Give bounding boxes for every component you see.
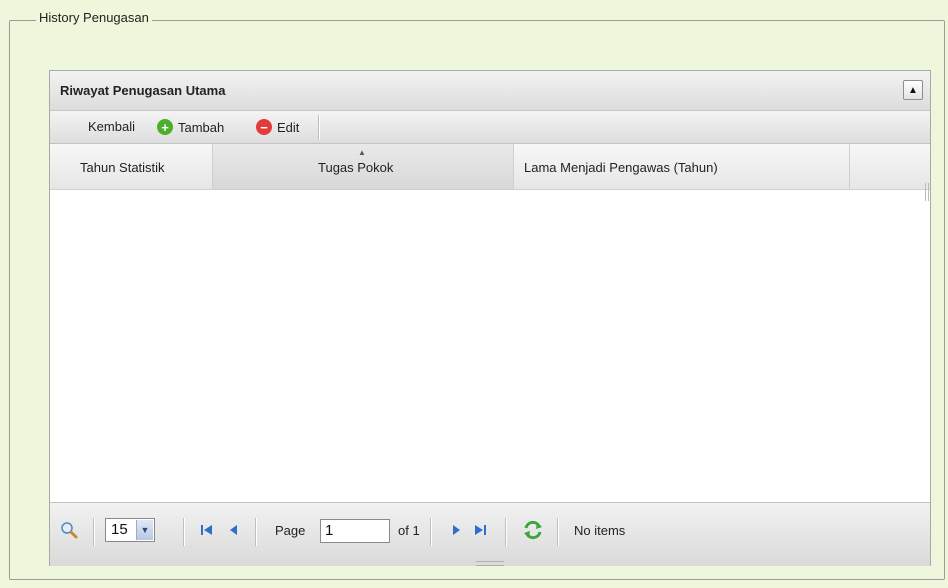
edit-button[interactable]: − Edit	[256, 119, 299, 135]
next-page-icon[interactable]	[450, 523, 462, 537]
column-header-tahun-statistik[interactable]: Tahun Statistik	[50, 144, 213, 189]
edit-label: Edit	[277, 119, 300, 135]
column-header-row: Tahun Statistik ▲ Tugas Pokok Lama Menja…	[50, 144, 930, 190]
last-page-icon[interactable]	[473, 523, 487, 537]
sort-ascending-icon: ▲	[358, 148, 366, 157]
search-icon[interactable]	[60, 521, 78, 539]
collapse-button[interactable]: ▲	[903, 80, 923, 100]
back-button[interactable]: Kembali	[88, 119, 135, 134]
column-header-lama-menjadi-pengawas[interactable]: Lama Menjadi Pengawas (Tahun)	[514, 144, 850, 189]
resize-grip[interactable]	[476, 561, 504, 566]
column-header-tugas-pokok[interactable]: ▲ Tugas Pokok	[213, 144, 514, 189]
page-size-value: 15	[111, 521, 128, 538]
add-button[interactable]: + Tambah	[157, 119, 224, 135]
refresh-icon[interactable]	[522, 519, 544, 541]
first-page-icon[interactable]	[200, 523, 214, 537]
chevron-down-icon: ▼	[136, 520, 153, 540]
column-header-extra[interactable]	[850, 144, 930, 189]
page-count-label: of 1	[398, 523, 420, 538]
pager-bar: 15 ▼ Page 1 of 1 No items	[50, 502, 930, 566]
page-number-input[interactable]: 1	[320, 519, 390, 543]
pager-status: No items	[574, 523, 626, 538]
grid-panel: Riwayat Penugasan Utama ▲ Kembali + Tamb…	[49, 70, 931, 566]
plus-circle-icon: +	[157, 119, 173, 135]
panel-title: Riwayat Penugasan Utama	[60, 83, 226, 98]
back-label: Kembali	[88, 119, 135, 134]
page-label: Page	[275, 523, 306, 538]
page-size-select[interactable]: 15 ▼	[105, 518, 155, 542]
collapse-icon: ▲	[908, 84, 918, 96]
fieldset-legend: History Penugasan	[36, 10, 152, 25]
toolbar: Kembali + Tambah − Edit	[50, 111, 930, 144]
prev-page-icon[interactable]	[228, 523, 240, 537]
panel-header: Riwayat Penugasan Utama ▲	[50, 71, 930, 111]
add-label: Tambah	[178, 119, 225, 135]
minus-circle-icon: −	[256, 119, 272, 135]
vertical-resize-handle[interactable]	[925, 183, 929, 201]
toolbar-separator	[318, 115, 319, 140]
grid-body	[50, 190, 930, 502]
